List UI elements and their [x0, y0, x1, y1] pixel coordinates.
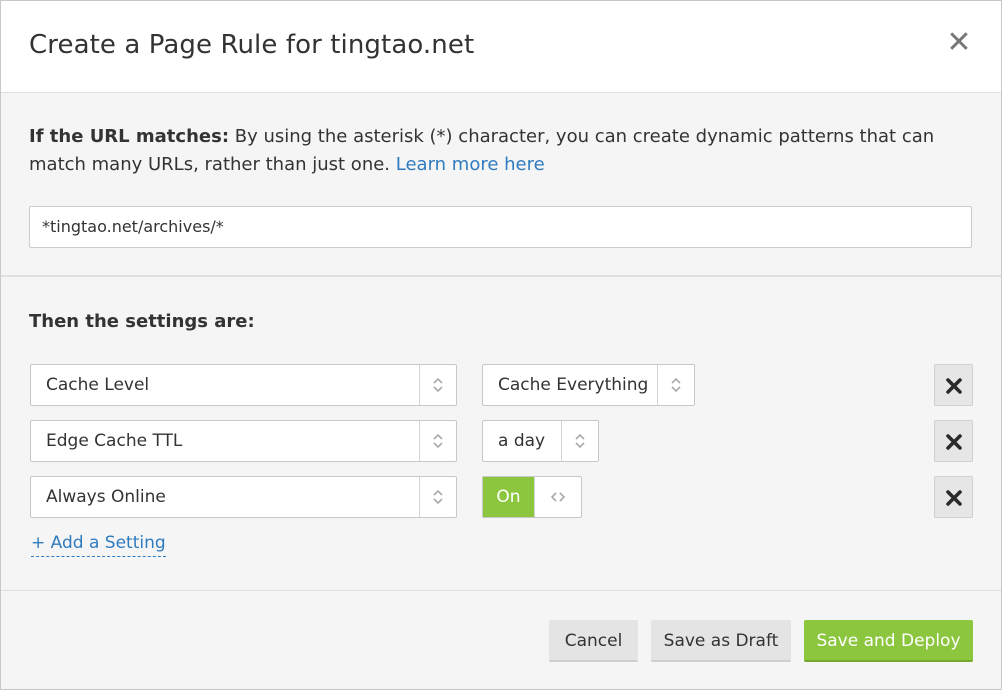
remove-icon	[946, 434, 962, 450]
setting-value-select[interactable]: a day	[482, 420, 599, 462]
setting-row: Cache Level Cache Everything	[1, 364, 1001, 406]
page-rule-dialog: Create a Page Rule for tingtao.net ✕ If …	[0, 0, 1002, 690]
select-arrows-icon	[419, 477, 456, 517]
settings-title: Then the settings are:	[29, 311, 255, 332]
setting-select-value: Cache Level	[46, 375, 150, 395]
select-arrows-icon	[561, 421, 598, 461]
setting-select[interactable]: Cache Level	[30, 364, 457, 406]
setting-value: a day	[498, 431, 546, 451]
setting-select-value: Edge Cache TTL	[46, 431, 183, 451]
remove-setting-button[interactable]	[934, 476, 973, 518]
select-arrows-icon	[419, 421, 456, 461]
url-match-section: If the URL matches: By using the asteris…	[1, 93, 1001, 277]
setting-select-value: Always Online	[46, 487, 166, 507]
cancel-button[interactable]: Cancel	[549, 620, 638, 662]
settings-section: Then the settings are: Cache Level Cache…	[1, 279, 1001, 591]
remove-setting-button[interactable]	[934, 364, 973, 406]
setting-value: Cache Everything	[498, 375, 649, 395]
url-match-label: If the URL matches:	[29, 126, 230, 147]
select-arrows-icon	[657, 365, 694, 405]
toggle-on-label: On	[483, 477, 534, 517]
remove-icon	[946, 378, 962, 394]
always-online-toggle[interactable]: On	[482, 476, 582, 518]
learn-more-link[interactable]: Learn more here	[396, 154, 545, 175]
url-match-description: If the URL matches: By using the asteris…	[29, 123, 969, 179]
dialog-title: Create a Page Rule for tingtao.net	[29, 30, 475, 60]
add-setting-link[interactable]: + Add a Setting	[31, 533, 166, 557]
setting-value-select[interactable]: Cache Everything	[482, 364, 695, 406]
setting-row: Edge Cache TTL a day	[1, 420, 1001, 462]
select-arrows-icon	[419, 365, 456, 405]
setting-select[interactable]: Edge Cache TTL	[30, 420, 457, 462]
toggle-arrows-icon	[534, 477, 581, 517]
close-icon[interactable]: ✕	[945, 27, 973, 59]
remove-setting-button[interactable]	[934, 420, 973, 462]
remove-icon	[946, 490, 962, 506]
save-as-draft-button[interactable]: Save as Draft	[651, 620, 791, 662]
save-and-deploy-button[interactable]: Save and Deploy	[804, 620, 973, 662]
url-pattern-input[interactable]: *tingtao.net/archives/*	[29, 206, 972, 248]
dialog-header: Create a Page Rule for tingtao.net ✕	[1, 1, 1001, 93]
setting-row: Always Online On	[1, 476, 1001, 518]
setting-select[interactable]: Always Online	[30, 476, 457, 518]
